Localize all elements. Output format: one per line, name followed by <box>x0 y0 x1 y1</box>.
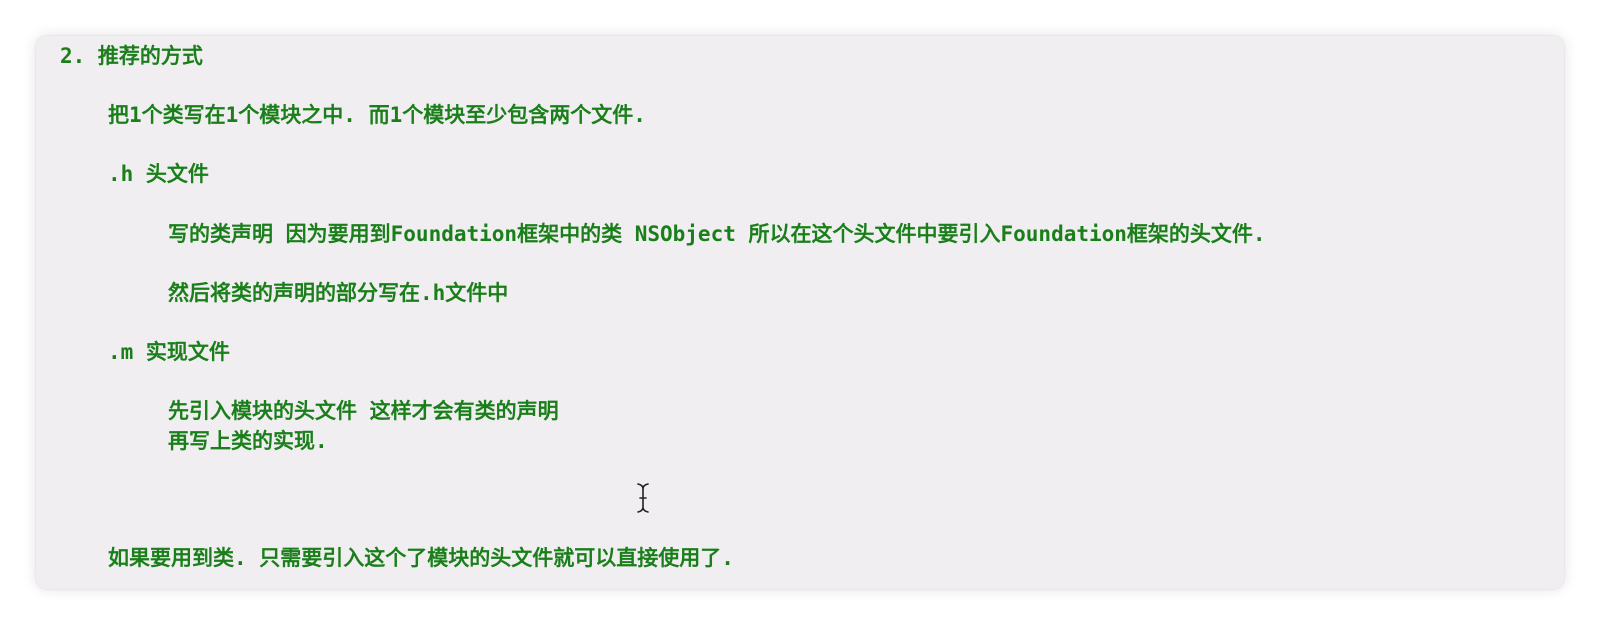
intro-text: 把1个类写在1个模块之中. 而1个模块至少包含两个文件. <box>108 103 646 127</box>
m-file-line-1: 先引入模块的头文件 这样才会有类的声明 <box>168 399 559 423</box>
h-file-title: .h 头文件 <box>108 162 209 186</box>
m-file-line-2: 再写上类的实现. <box>168 429 328 453</box>
section-heading: 2. 推荐的方式 <box>60 44 203 68</box>
document-window: 2. 推荐的方式 把1个类写在1个模块之中. 而1个模块至少包含两个文件. .h… <box>36 36 1564 589</box>
conclusion-text: 如果要用到类. 只需要引入这个了模块的头文件就可以直接使用了. <box>108 546 734 570</box>
m-file-title: .m 实现文件 <box>108 340 230 364</box>
h-file-line-1: 写的类声明 因为要用到Foundation框架中的类 NSObject 所以在这… <box>168 222 1266 246</box>
text-cursor-icon <box>637 483 649 513</box>
h-file-line-2: 然后将类的声明的部分写在.h文件中 <box>168 281 509 305</box>
